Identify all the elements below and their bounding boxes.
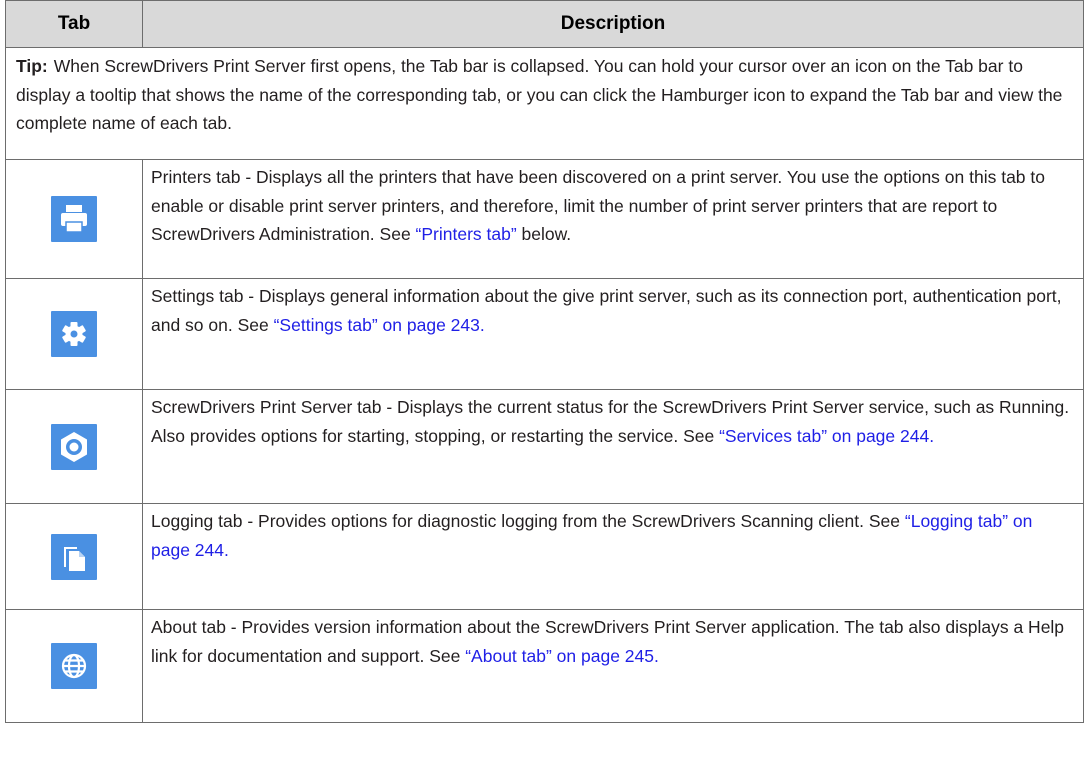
printers-tab-link[interactable]: “Printers tab” (416, 224, 517, 244)
copy-icon (51, 533, 97, 580)
icon-cell (5, 278, 143, 390)
tab-description-table: Tab Description Tip: When ScrewDrivers Pr… (5, 0, 1084, 723)
tip-cell: Tip: When ScrewDrivers Print Server first… (5, 47, 1084, 160)
description-cell: Logging tab - Provides options for diagn… (142, 503, 1084, 610)
globe-icon (51, 643, 97, 689)
row-text: Logging tab - Provides options for diagn… (151, 511, 905, 531)
header-tab: Tab (5, 0, 143, 48)
tip-label: Tip: (16, 56, 48, 76)
description-cell: About tab - Provides version information… (142, 609, 1084, 723)
description-cell: Settings tab - Displays general informat… (142, 278, 1084, 390)
row-text: Printers tab - Displays all the printers… (151, 167, 1045, 244)
tip-row: Tip: When ScrewDrivers Print Server first… (5, 47, 1084, 160)
table-row: Printers tab - Displays all the printers… (5, 159, 1084, 279)
icon-cell (5, 389, 143, 504)
description-cell: Printers tab - Displays all the printers… (142, 159, 1084, 279)
icon-cell (5, 503, 143, 610)
printer-icon (51, 196, 97, 242)
settings-tab-link[interactable]: “Settings tab” on page 243. (274, 315, 485, 335)
gear-icon (51, 311, 97, 357)
service-icon (51, 423, 97, 470)
document-page: Tab Description Tip: When ScrewDrivers Pr… (0, 0, 1088, 723)
header-description: Description (142, 0, 1084, 48)
icon-cell (5, 609, 143, 723)
table-row: About tab - Provides version information… (5, 609, 1084, 723)
description-cell: ScrewDrivers Print Server tab - Displays… (142, 389, 1084, 504)
table-row: Settings tab - Displays general informat… (5, 278, 1084, 390)
tip-text: When ScrewDrivers Print Server first ope… (16, 56, 1063, 133)
table-row: ScrewDrivers Print Server tab - Displays… (5, 389, 1084, 504)
services-tab-link[interactable]: “Services tab” on page 244. (719, 426, 934, 446)
about-tab-link[interactable]: “About tab” on page 245. (465, 646, 659, 666)
table-row: Logging tab - Provides options for diagn… (5, 503, 1084, 610)
header-row: Tab Description (5, 0, 1084, 48)
icon-cell (5, 159, 143, 279)
row-after: below. (516, 224, 572, 244)
